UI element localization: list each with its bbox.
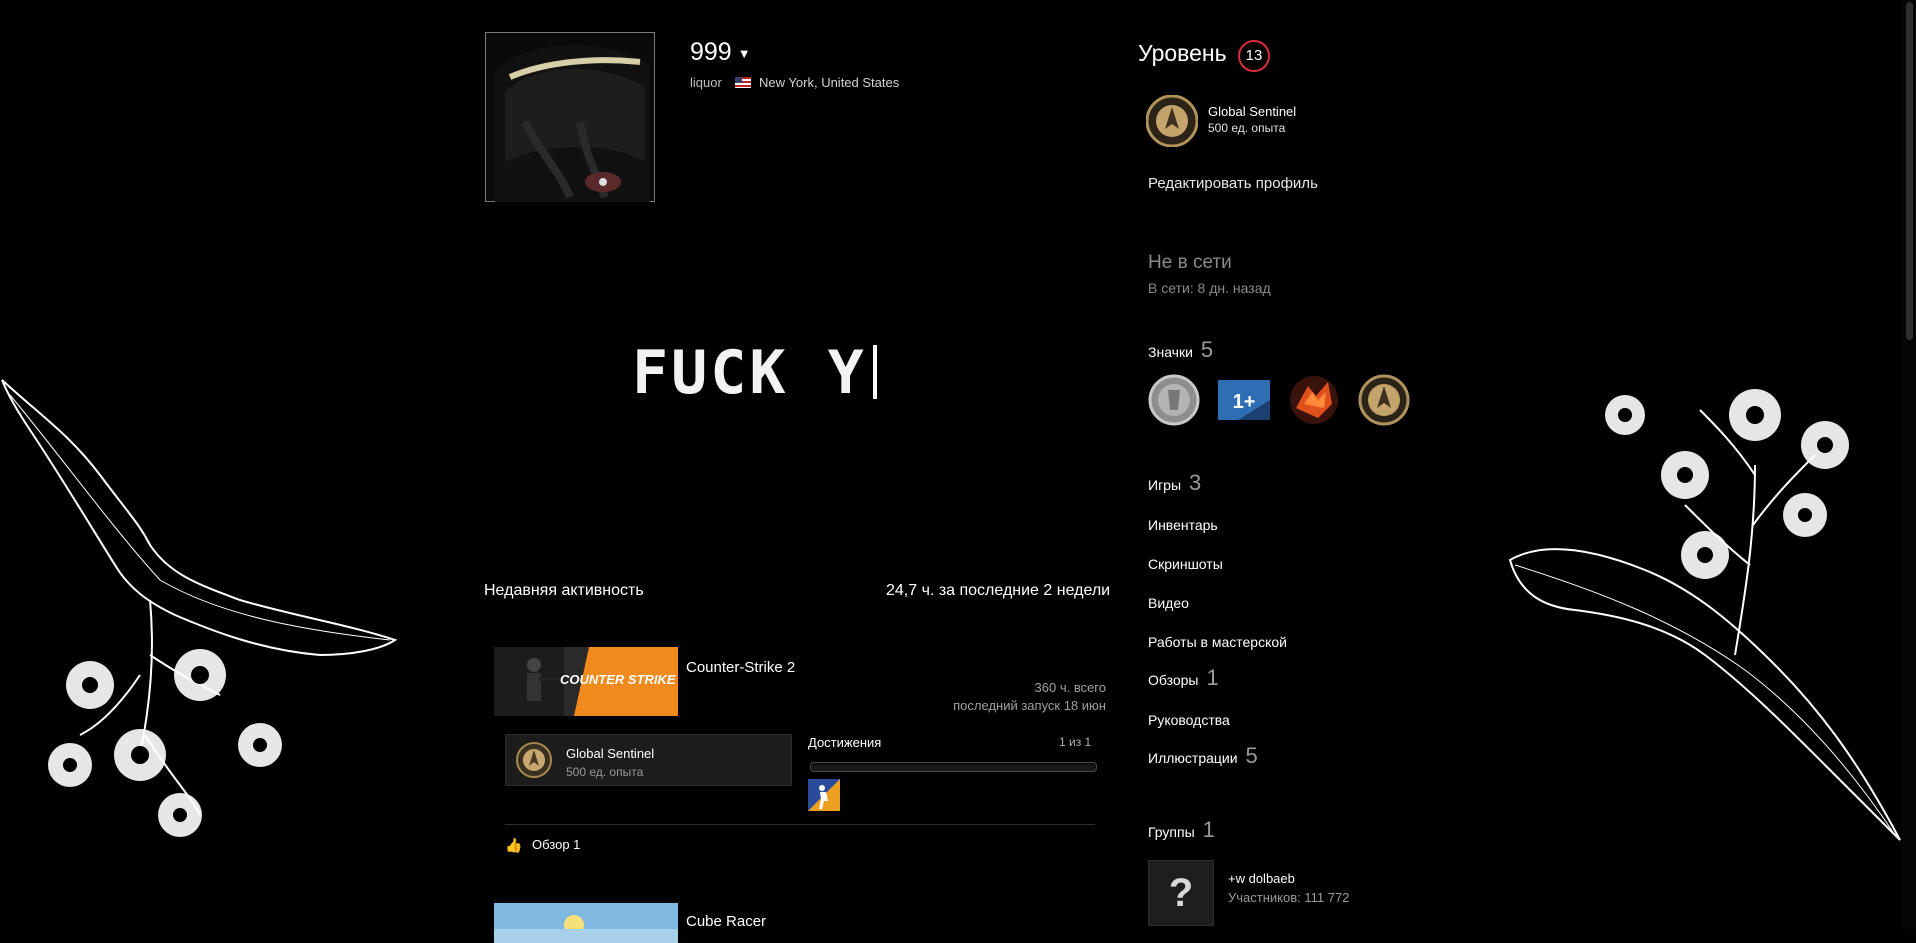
- showcase-artwork[interactable]: FUCK Y: [632, 338, 877, 408]
- game-badge-box[interactable]: Global Sentinel 500 ед. опыта: [505, 734, 792, 786]
- years-badge-text: 1+: [1233, 391, 1256, 413]
- persona-name[interactable]: 999 ▼: [690, 38, 751, 67]
- level-badge[interactable]: 13: [1238, 40, 1270, 72]
- achievement-icon[interactable]: [808, 779, 840, 811]
- guides-link[interactable]: Руководства: [1148, 712, 1230, 728]
- game-name-cs2[interactable]: Counter-Strike 2: [686, 659, 795, 676]
- groups-label: Группы: [1148, 824, 1195, 840]
- reviews-label: Обзоры: [1148, 672, 1199, 688]
- groups-header[interactable]: Группы 1: [1148, 817, 1215, 843]
- badges-count: 5: [1200, 337, 1214, 362]
- silver-coin-badge-icon[interactable]: [1148, 374, 1200, 426]
- badges-header[interactable]: Значки 5: [1148, 337, 1213, 363]
- achievements-label[interactable]: Достижения: [808, 735, 881, 750]
- games-link[interactable]: Игры 3: [1148, 470, 1201, 496]
- artwork-label: Иллюстрации: [1148, 750, 1238, 766]
- achievements-progress-bar: [810, 762, 1097, 772]
- online-status: Не в сети: [1148, 252, 1232, 273]
- cs2-capsule-image[interactable]: COUNTER STRIKE 2: [494, 647, 678, 716]
- achievements-count: 1 из 1: [1059, 735, 1092, 749]
- right-botanical-art: [1508, 389, 1901, 841]
- cs2-logo-text: COUNTER STRIKE 2: [560, 672, 678, 687]
- screenshots-link[interactable]: Скриншоты: [1148, 556, 1223, 572]
- text-cursor: [872, 345, 877, 399]
- years-of-service-badge-icon[interactable]: 1+: [1218, 374, 1270, 426]
- persona-name-text: 999: [690, 38, 732, 66]
- activity-divider: [505, 824, 1095, 825]
- global-sentinel-icon: [516, 742, 552, 778]
- location: New York, United States: [759, 75, 900, 90]
- real-name: liquor: [690, 75, 722, 90]
- scrollbar-thumb[interactable]: [1906, 2, 1913, 340]
- favorite-badge-xp: 500 ед. опыта: [1208, 121, 1286, 135]
- group-members: Участников: 111 772: [1228, 890, 1350, 905]
- left-botanical-art: [1, 379, 398, 837]
- question-mark-icon: ?: [1168, 871, 1194, 915]
- workshop-link[interactable]: Работы в мастерской: [1148, 634, 1287, 650]
- caret-down-icon[interactable]: ▼: [738, 46, 751, 61]
- red-dragon-badge-icon[interactable]: [1288, 374, 1340, 426]
- group-avatar[interactable]: ?: [1148, 860, 1214, 926]
- us-flag-icon: [735, 77, 752, 88]
- cube-racer-capsule-image[interactable]: [494, 903, 678, 943]
- profile-avatar[interactable]: [485, 32, 655, 202]
- groups-count: 1: [1202, 817, 1215, 842]
- recent-activity-title: Недавняя активность: [484, 582, 644, 599]
- global-sentinel-badge-icon[interactable]: [1358, 374, 1410, 426]
- showcase-text: FUCK Y: [632, 338, 867, 408]
- game-name-cube-racer[interactable]: Cube Racer: [686, 913, 766, 930]
- games-count: 3: [1189, 470, 1202, 495]
- profile-header-info: liquor New York, United States: [690, 75, 899, 90]
- recent-activity-hours: 24,7 ч. за последние 2 недели: [886, 582, 1111, 599]
- thumbs-up-icon: 👍: [505, 837, 523, 853]
- reviews-link[interactable]: Обзоры 1: [1148, 665, 1219, 691]
- reviews-count: 1: [1206, 665, 1219, 690]
- game-last-played: последний запуск 18 июн: [953, 698, 1106, 713]
- badge-name: Global Sentinel: [566, 746, 655, 761]
- favorite-badge-name[interactable]: Global Sentinel: [1208, 104, 1296, 119]
- badge-xp: 500 ед. опыта: [566, 765, 644, 779]
- artwork-link[interactable]: Иллюстрации 5: [1148, 743, 1258, 769]
- videos-link[interactable]: Видео: [1148, 595, 1189, 611]
- artwork-count: 5: [1245, 743, 1258, 768]
- level-label: Уровень: [1138, 40, 1227, 66]
- games-label: Игры: [1148, 477, 1182, 493]
- inventory-link[interactable]: Инвентарь: [1148, 517, 1218, 533]
- game-total-hours: 360 ч. всего: [1034, 680, 1106, 695]
- last-online: В сети: 8 дн. назад: [1148, 280, 1271, 296]
- review-link[interactable]: Обзор 1: [532, 837, 580, 852]
- favorite-badge-icon[interactable]: [1146, 95, 1198, 147]
- edit-profile-button[interactable]: Редактировать профиль: [1148, 175, 1318, 192]
- group-name[interactable]: +w dolbaeb: [1228, 871, 1295, 886]
- badges-label: Значки: [1148, 344, 1193, 360]
